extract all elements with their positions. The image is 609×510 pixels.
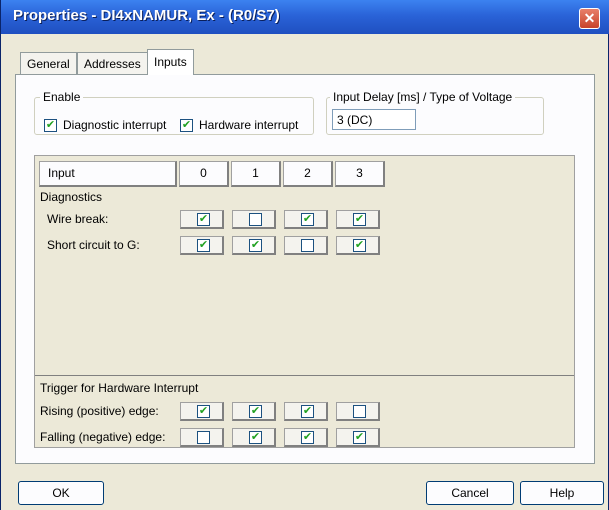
check-icon: ✔: [302, 213, 313, 225]
help-button[interactable]: Help: [520, 481, 604, 505]
grid-header-col-0-label: 0: [200, 166, 207, 180]
falling-edge-checkbox-3[interactable]: ✔: [353, 431, 366, 444]
rising-edge-label: Rising (positive) edge:: [40, 404, 159, 418]
grid-header-input-label: Input: [48, 166, 75, 180]
check-icon: ✔: [198, 405, 209, 417]
falling-edge-cell-1[interactable]: ✔: [232, 428, 276, 447]
hardware-interrupt-label: Hardware interrupt: [199, 118, 299, 132]
wire-break-checkbox-1[interactable]: [249, 213, 262, 226]
wire-break-checkbox-2[interactable]: ✔: [301, 213, 314, 226]
wire-break-label: Wire break:: [47, 212, 109, 226]
short-circuit-cell-3[interactable]: ✔: [336, 236, 380, 255]
grid-header-col-2: 2: [283, 161, 333, 187]
hardware-interrupt-checkbox[interactable]: ✔: [180, 119, 193, 132]
tab-inputs[interactable]: Inputs: [147, 49, 194, 75]
rising-edge-cell-2[interactable]: ✔: [284, 402, 328, 421]
short-circuit-checkbox-0[interactable]: ✔: [197, 239, 210, 252]
wire-break-cell-2[interactable]: ✔: [284, 210, 328, 229]
short-circuit-checkbox-3[interactable]: ✔: [353, 239, 366, 252]
grid-header-input: Input: [39, 161, 177, 187]
help-button-label: Help: [549, 486, 575, 500]
input-parameter-grid: Input 0 1 2 3 Diagnostics Wire break: ✔ …: [34, 155, 575, 448]
falling-edge-cell-2[interactable]: ✔: [284, 428, 328, 447]
check-icon: ✔: [302, 405, 313, 417]
section-divider: [35, 375, 574, 376]
check-icon: ✔: [354, 431, 365, 443]
short-circuit-checkbox-1[interactable]: ✔: [249, 239, 262, 252]
grid-header-col-1-label: 1: [252, 166, 259, 180]
diagnostics-section-label: Diagnostics: [40, 190, 103, 204]
falling-edge-label: Falling (negative) edge:: [40, 430, 166, 444]
grid-header-col-3: 3: [335, 161, 385, 187]
cancel-button-label: Cancel: [451, 486, 489, 500]
grid-header-col-1: 1: [231, 161, 281, 187]
tab-addresses-label: Addresses: [84, 57, 141, 71]
wire-break-checkbox-3[interactable]: ✔: [353, 213, 366, 226]
input-delay-label: Input Delay [ms] / Type of Voltage: [330, 90, 516, 104]
rising-edge-cell-1[interactable]: ✔: [232, 402, 276, 421]
check-icon: ✔: [181, 119, 192, 131]
wire-break-cell-3[interactable]: ✔: [336, 210, 380, 229]
falling-edge-cell-3[interactable]: ✔: [336, 428, 380, 447]
check-icon: ✔: [302, 431, 313, 443]
rising-edge-cell-0[interactable]: ✔: [180, 402, 224, 421]
close-button[interactable]: ✕: [579, 8, 600, 29]
short-circuit-cell-1[interactable]: ✔: [232, 236, 276, 255]
inputs-tab-panel: Enable ✔ Diagnostic interrupt ✔ Hardware…: [15, 74, 595, 464]
check-icon: ✔: [250, 431, 261, 443]
close-icon: ✕: [583, 10, 596, 26]
falling-edge-checkbox-2[interactable]: ✔: [301, 431, 314, 444]
rising-edge-checkbox-1[interactable]: ✔: [249, 405, 262, 418]
check-icon: ✔: [198, 213, 209, 225]
grid-header-col-0: 0: [179, 161, 229, 187]
falling-edge-cell-0[interactable]: [180, 428, 224, 447]
ok-button[interactable]: OK: [18, 481, 104, 505]
input-delay-field[interactable]: [332, 109, 416, 130]
check-icon: ✔: [45, 119, 56, 131]
check-icon: ✔: [354, 239, 365, 251]
tab-general[interactable]: General: [20, 52, 77, 74]
wire-break-checkbox-0[interactable]: ✔: [197, 213, 210, 226]
diagnostic-interrupt-label: Diagnostic interrupt: [63, 118, 167, 132]
short-circuit-label: Short circuit to G:: [47, 238, 140, 252]
trigger-section-label: Trigger for Hardware Interrupt: [40, 381, 199, 395]
grid-header-col-2-label: 2: [304, 166, 311, 180]
rising-edge-cell-3[interactable]: [336, 402, 380, 421]
title-bar[interactable]: Properties - DI4xNAMUR, Ex - (R0/S7) ✕: [1, 0, 609, 34]
ok-button-label: OK: [52, 486, 70, 500]
rising-edge-checkbox-0[interactable]: ✔: [197, 405, 210, 418]
diagnostic-interrupt-checkbox[interactable]: ✔: [44, 119, 57, 132]
rising-edge-checkbox-2[interactable]: ✔: [301, 405, 314, 418]
short-circuit-checkbox-2[interactable]: [301, 239, 314, 252]
check-icon: ✔: [354, 213, 365, 225]
enable-group-label: Enable: [40, 90, 84, 104]
grid-header-col-3-label: 3: [356, 166, 363, 180]
tab-general-label: General: [27, 57, 70, 71]
short-circuit-cell-2[interactable]: [284, 236, 328, 255]
short-circuit-cell-0[interactable]: ✔: [180, 236, 224, 255]
tab-addresses[interactable]: Addresses: [77, 52, 148, 74]
tab-inputs-label: Inputs: [154, 55, 187, 69]
wire-break-cell-1[interactable]: [232, 210, 276, 229]
falling-edge-checkbox-0[interactable]: [197, 431, 210, 444]
check-icon: ✔: [198, 239, 209, 251]
wire-break-cell-0[interactable]: ✔: [180, 210, 224, 229]
check-icon: ✔: [250, 405, 261, 417]
falling-edge-checkbox-1[interactable]: ✔: [249, 431, 262, 444]
check-icon: ✔: [250, 239, 261, 251]
cancel-button[interactable]: Cancel: [426, 481, 514, 505]
rising-edge-checkbox-3[interactable]: [353, 405, 366, 418]
window-title: Properties - DI4xNAMUR, Ex - (R0/S7): [13, 7, 280, 24]
properties-dialog: Properties - DI4xNAMUR, Ex - (R0/S7) ✕ G…: [0, 0, 609, 510]
